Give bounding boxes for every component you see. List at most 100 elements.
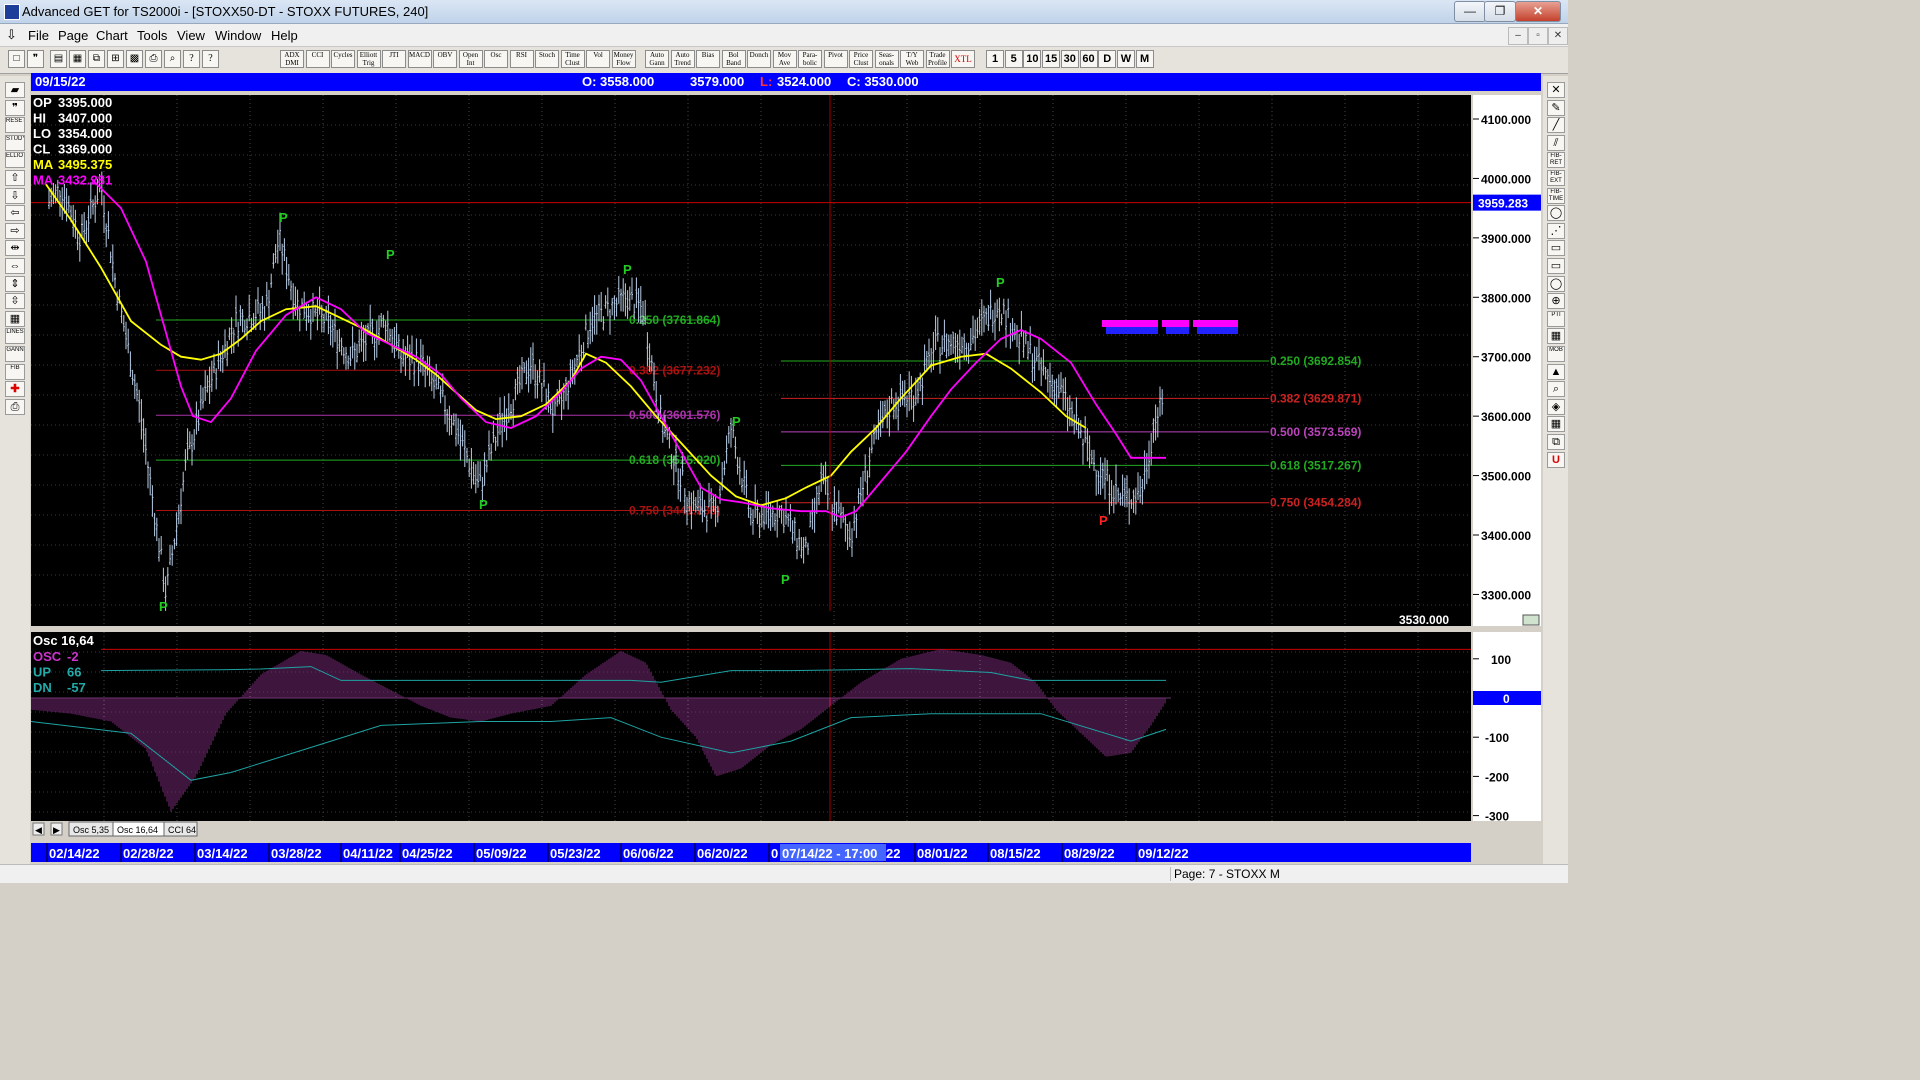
quote-icon[interactable]: ❞ — [5, 99, 25, 116]
study-button-jti[interactable]: JTI — [382, 50, 406, 68]
study-button-donch[interactable]: Donch — [747, 50, 771, 68]
ellipse-icon[interactable]: ◯ — [1547, 275, 1565, 292]
study-button-elliott-trig[interactable]: Elliott Trig — [356, 50, 381, 68]
arrow-left-icon[interactable]: ⇦ — [5, 205, 25, 222]
menu-page[interactable]: Page — [58, 28, 88, 43]
tool-pti[interactable]: pti — [1547, 310, 1565, 327]
grid-icon[interactable]: ▦ — [1547, 328, 1565, 345]
study-button-mov-ave[interactable]: Mov Ave — [772, 50, 797, 68]
fan-icon[interactable]: ⋰ — [1547, 222, 1565, 239]
menu-window[interactable]: Window — [215, 28, 261, 43]
preview-icon[interactable]: ⌕ — [164, 50, 181, 68]
paint-icon[interactable]: ◈ — [1547, 398, 1565, 415]
print-icon[interactable]: ⎙ — [145, 50, 162, 68]
study-button-seas-onals[interactable]: Seas-onals — [874, 50, 899, 68]
line-icon[interactable]: ╱ — [1547, 117, 1565, 134]
rect-icon[interactable]: ▭ — [1547, 258, 1565, 274]
study-button-macd[interactable]: MACD — [407, 50, 432, 68]
mdi-minimize-button[interactable]: – — [1508, 27, 1528, 45]
study-button-pivot[interactable]: Pivot — [823, 50, 848, 68]
timeframe-button-w[interactable]: W — [1116, 50, 1135, 68]
timeframe-button-m[interactable]: M — [1135, 50, 1154, 68]
study-button-auto-gann[interactable]: Auto Gann — [645, 50, 669, 68]
study-button-obv[interactable]: OBV — [433, 50, 457, 68]
study-button-stoch[interactable]: Stoch — [535, 50, 559, 68]
arrow-down-icon[interactable]: ⇩ — [5, 187, 25, 204]
study-button-open-int[interactable]: Open Int — [458, 50, 483, 68]
compress-y-icon[interactable]: ⇳ — [5, 293, 25, 310]
arrow-right-icon[interactable]: ⇨ — [5, 222, 25, 239]
document-icon[interactable]: ⇩ — [6, 27, 17, 43]
arrow-up-icon[interactable]: ⇧ — [5, 170, 25, 186]
menu-file[interactable]: File — [28, 28, 49, 43]
quote-icon[interactable]: ❞ — [27, 50, 44, 68]
tool-lines[interactable]: lines — [5, 328, 25, 345]
tool-elliott[interactable]: elliott — [5, 152, 25, 169]
calendar-icon[interactable]: ▦ — [1547, 416, 1565, 433]
u-icon[interactable]: U — [1547, 451, 1565, 468]
tool-fib[interactable]: fib — [5, 363, 25, 380]
timeframe-button-15[interactable]: 15 — [1042, 50, 1061, 68]
pencil-icon[interactable]: ✎ — [1547, 99, 1565, 116]
timeframe-button-10[interactable]: 10 — [1023, 50, 1042, 68]
expand-y-icon[interactable]: ⇕ — [5, 275, 25, 292]
study-button-xtl[interactable]: XTL — [951, 50, 975, 68]
ellipse-icon[interactable]: ◯ — [1547, 205, 1565, 222]
menu-help[interactable]: Help — [271, 28, 298, 43]
timeframe-button-d[interactable]: D — [1098, 50, 1117, 68]
study-button-auto-trend[interactable]: Auto Trend — [670, 50, 695, 68]
copy-icon[interactable]: ⧉ — [1547, 434, 1565, 450]
study-button-time-clust[interactable]: Time Clust — [560, 50, 585, 68]
study-button-price-clust[interactable]: Price Clust — [849, 50, 873, 68]
study-button-osc[interactable]: Osc — [484, 50, 508, 68]
study-button-bol-band[interactable]: Bol Band — [721, 50, 746, 68]
menu-view[interactable]: View — [177, 28, 205, 43]
study-button-cci[interactable]: CCI — [305, 50, 330, 68]
minimize-button[interactable]: — — [1454, 1, 1486, 22]
study-button-cycles[interactable]: Cycles — [331, 50, 355, 68]
expand-x-icon[interactable]: ⇹ — [5, 240, 25, 257]
tool-fib-ext[interactable]: fib-ext — [1547, 170, 1565, 186]
study-button-trade-profile[interactable]: Trade Profile — [925, 50, 950, 68]
maximize-button[interactable]: ❐ — [1484, 1, 1516, 22]
timeframe-button-30[interactable]: 30 — [1060, 50, 1079, 68]
help-icon[interactable]: ? — [183, 50, 200, 68]
close-icon[interactable]: ✕ — [1547, 82, 1565, 98]
close-button[interactable]: ✕ — [1515, 1, 1561, 22]
menu-tools[interactable]: Tools — [137, 28, 167, 43]
study-button-rsi[interactable]: RSI — [509, 50, 534, 68]
study-button-para-bolic[interactable]: Para-bolic — [798, 50, 822, 68]
new-icon[interactable]: □ — [8, 50, 25, 68]
study-button-bias[interactable]: Bias — [696, 50, 720, 68]
grid-icon[interactable]: ▩ — [126, 50, 143, 68]
context-help-icon[interactable]: ? — [202, 50, 219, 68]
compress-x-icon[interactable]: ⇔ — [5, 258, 25, 274]
menu-chart[interactable]: Chart — [96, 28, 128, 43]
crosshair-icon[interactable]: ✚ — [5, 381, 25, 398]
print-icon[interactable]: ⎙ — [5, 398, 25, 415]
timeframe-button-5[interactable]: 5 — [1004, 50, 1023, 68]
copy-icon[interactable]: ⧉ — [88, 50, 105, 68]
tool-fib-time[interactable]: fib-time — [1547, 187, 1565, 204]
study-button-money-flow[interactable]: Money Flow — [611, 50, 636, 68]
open-folder-icon[interactable]: ▰ — [5, 82, 25, 98]
triangle-icon[interactable]: ▲ — [1547, 363, 1565, 380]
tool-fib-ret[interactable]: fib-ret — [1547, 152, 1565, 169]
study-button-adx-dmi[interactable]: ADX DMI — [280, 50, 304, 68]
parallel-icon[interactable]: ⫽ — [1547, 134, 1565, 151]
study-button-vol[interactable]: Vol — [586, 50, 610, 68]
mdi-restore-button[interactable]: ▫ — [1528, 27, 1548, 45]
tool-gann[interactable]: gann — [5, 346, 25, 362]
layout-icon[interactable]: ⊞ — [107, 50, 124, 68]
timeframe-button-60[interactable]: 60 — [1079, 50, 1098, 68]
open-icon[interactable]: ▤ — [50, 50, 67, 68]
tool-study[interactable]: study — [5, 134, 25, 151]
rect-icon[interactable]: ▭ — [1547, 240, 1565, 257]
tool-mob[interactable]: mob — [1547, 346, 1565, 362]
timeframe-button-1[interactable]: 1 — [986, 50, 1004, 68]
tool-reset[interactable]: reset — [5, 117, 25, 134]
gann-icon[interactable]: ⊕ — [1547, 293, 1565, 310]
mdi-close-button[interactable]: ✕ — [1548, 27, 1568, 45]
save-icon[interactable]: ▦ — [69, 50, 86, 68]
price-chart[interactable]: 4100.000 4000.000 3900.000 3800.000 3700.000… — [31, 91, 1541, 843]
